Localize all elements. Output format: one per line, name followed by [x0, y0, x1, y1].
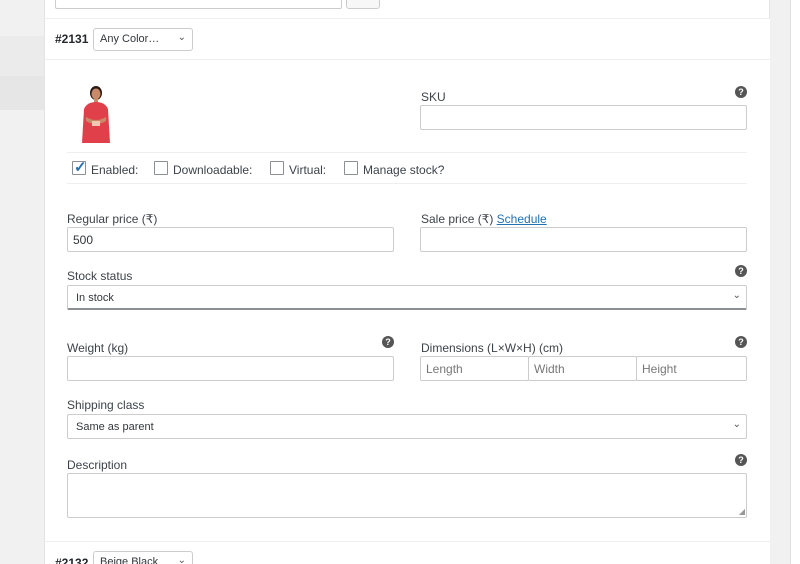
- regular-price-label: Regular price (₹): [67, 212, 158, 226]
- top-button[interactable]: [346, 0, 380, 9]
- chevron-down-icon: ⌄: [732, 419, 741, 430]
- stock-status-select[interactable]: In stock ⌄: [67, 285, 747, 310]
- downloadable-label: Downloadable:: [173, 163, 253, 177]
- variation-id: #2132: [55, 556, 89, 564]
- variation-attribute-value: Any Color…: [100, 33, 160, 45]
- divider: [67, 152, 747, 153]
- right-panel-edge: [790, 0, 800, 564]
- weight-label: Weight (kg): [67, 341, 129, 355]
- sale-price-label: Sale price (₹) Schedule: [421, 212, 547, 226]
- sku-input[interactable]: [420, 105, 747, 130]
- sale-price-input[interactable]: [420, 227, 747, 252]
- variation-attribute-select[interactable]: Any Color… ⌄: [93, 28, 193, 51]
- stock-status-value: In stock: [76, 292, 114, 304]
- admin-sidebar: [0, 0, 44, 564]
- shipping-class-label: Shipping class: [67, 398, 145, 412]
- help-icon[interactable]: ?: [735, 336, 747, 348]
- help-icon[interactable]: ?: [735, 454, 747, 466]
- sale-price-label-text: Sale price (₹): [421, 212, 494, 226]
- description-label: Description: [67, 458, 128, 472]
- resize-handle-icon[interactable]: ◢: [739, 507, 745, 516]
- help-icon[interactable]: ?: [735, 86, 747, 98]
- chevron-down-icon: ⌄: [177, 32, 186, 43]
- regular-price-input[interactable]: 500: [67, 227, 394, 252]
- manage-stock-label: Manage stock?: [363, 163, 445, 177]
- sidebar-band: [0, 36, 44, 76]
- downloadable-checkbox[interactable]: [154, 161, 168, 175]
- variation-attribute-select[interactable]: Beige Black ⌄: [93, 551, 193, 564]
- virtual-checkbox[interactable]: [270, 161, 284, 175]
- weight-input[interactable]: [67, 356, 394, 381]
- variation-attribute-value: Beige Black: [100, 556, 159, 564]
- dimensions-label: Dimensions (L×W×H) (cm): [421, 341, 564, 355]
- variation-id: #2131: [55, 32, 89, 46]
- checkmark-icon: ✓: [74, 159, 87, 176]
- enabled-checkbox[interactable]: ✓: [72, 159, 87, 176]
- stock-status-label: Stock status: [67, 269, 133, 283]
- chevron-down-icon: ⌄: [732, 290, 741, 301]
- help-icon[interactable]: ?: [382, 336, 394, 348]
- sidebar-band: [0, 76, 44, 110]
- length-input[interactable]: Length: [420, 356, 529, 381]
- virtual-label: Virtual:: [289, 163, 327, 177]
- schedule-link[interactable]: Schedule: [497, 212, 547, 226]
- shipping-class-select[interactable]: Same as parent ⌄: [67, 414, 747, 439]
- top-input-field[interactable]: [55, 0, 342, 9]
- description-textarea[interactable]: ◢: [67, 473, 747, 518]
- sku-label: SKU: [421, 90, 446, 104]
- shipping-class-value: Same as parent: [76, 421, 154, 433]
- variation-image[interactable]: [77, 81, 115, 143]
- help-icon[interactable]: ?: [735, 265, 747, 277]
- divider: [67, 183, 747, 184]
- manage-stock-checkbox[interactable]: [344, 161, 358, 175]
- height-input[interactable]: Height: [636, 356, 747, 381]
- enabled-label: Enabled:: [91, 163, 139, 177]
- width-input[interactable]: Width: [528, 356, 637, 381]
- chevron-down-icon: ⌄: [177, 555, 186, 564]
